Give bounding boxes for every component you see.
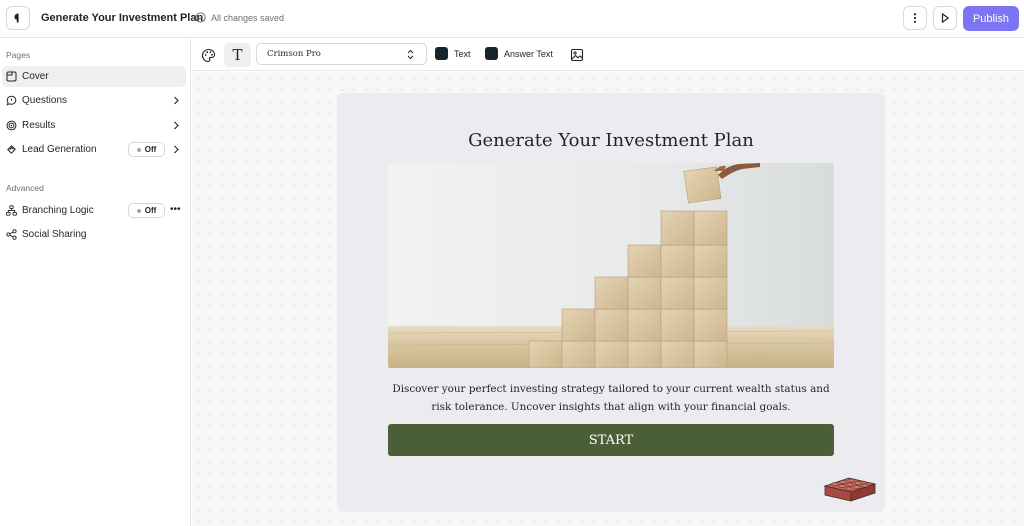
type-icon: T <box>232 46 243 64</box>
more-horizontal-icon[interactable]: ••• <box>170 204 181 215</box>
typography-button[interactable]: T <box>224 43 251 67</box>
branch-icon <box>6 205 17 216</box>
font-select[interactable]: Crimson Pro <box>256 43 427 65</box>
image-icon <box>570 48 584 62</box>
check-circle-icon <box>195 12 206 23</box>
more-options-button[interactable] <box>903 6 927 30</box>
sidebar-item-label: Questions <box>22 95 68 106</box>
toggle-dot <box>136 147 141 152</box>
answer-text-color-label: Answer Text <box>504 49 553 59</box>
sidebar-item-cover[interactable]: Cover <box>2 66 186 87</box>
quiz-title[interactable]: Generate Your Investment Plan <box>41 12 203 24</box>
sidebar-item-branching-logic[interactable]: Branching Logic Off ••• <box>2 200 186 221</box>
top-bar: Generate Your Investment Plan All change… <box>0 0 1024 38</box>
share-icon <box>6 229 17 240</box>
chevron-right-icon <box>174 121 179 130</box>
play-icon <box>941 13 949 23</box>
sidebar-item-results[interactable]: Results <box>2 115 186 136</box>
pages-section-label: Pages <box>6 50 31 60</box>
lead-generation-toggle[interactable]: Off <box>128 142 165 157</box>
editor-canvas: Generate Your Investment Plan Discover y… <box>192 72 1024 526</box>
save-status-text: All changes saved <box>211 12 285 23</box>
background-image-button[interactable] <box>568 46 586 64</box>
branching-logic-toggle[interactable]: Off <box>128 203 165 218</box>
preview-button[interactable] <box>933 6 957 30</box>
message-icon <box>6 95 17 106</box>
logo-icon <box>14 13 19 23</box>
toggle-dot <box>136 208 141 213</box>
app-logo-button[interactable] <box>6 6 30 30</box>
sidebar-item-label: Lead Generation <box>22 144 97 155</box>
sidebar-item-questions[interactable]: Questions <box>2 90 186 111</box>
start-button[interactable]: START <box>388 424 834 456</box>
cover-image[interactable] <box>388 163 834 368</box>
sidebar-item-label: Cover <box>22 71 49 82</box>
chevron-right-icon <box>174 96 179 105</box>
results-icon <box>6 120 17 131</box>
font-select-value: Crimson Pro <box>267 49 321 59</box>
cover-title[interactable]: Generate Your Investment Plan <box>337 130 885 151</box>
chevron-right-icon <box>174 145 179 154</box>
cover-icon <box>6 71 17 82</box>
publish-button[interactable]: Publish <box>963 6 1019 31</box>
wooden-blocks-illustration <box>388 163 834 368</box>
save-status: All changes saved <box>195 12 284 23</box>
toggle-state: Off <box>144 145 157 154</box>
palette-icon <box>201 48 215 62</box>
more-vertical-icon <box>913 13 917 23</box>
sidebar-item-social-sharing[interactable]: Social Sharing <box>2 224 186 245</box>
advanced-section-label: Advanced <box>6 183 44 193</box>
theme-button[interactable] <box>199 46 217 64</box>
cover-description[interactable]: Discover your perfect investing strategy… <box>388 380 834 416</box>
sidebar-item-label: Social Sharing <box>22 229 87 240</box>
magnet-icon <box>7 145 16 154</box>
text-color-swatch[interactable] <box>435 47 448 60</box>
cover-card[interactable]: Generate Your Investment Plan Discover y… <box>337 93 885 511</box>
answer-text-color-swatch[interactable] <box>485 47 498 60</box>
sidebar-item-label: Branching Logic <box>22 205 94 216</box>
sidebar: Pages Cover Questions Results Lead Gener… <box>0 39 191 526</box>
sidebar-item-lead-generation[interactable]: Lead Generation Off <box>2 139 186 160</box>
text-color-label: Text <box>454 49 471 59</box>
toggle-state: Off <box>144 206 157 215</box>
sidebar-item-label: Results <box>22 120 56 131</box>
brick-icon <box>823 477 877 502</box>
design-toolbar: T Crimson Pro Text Answer Text <box>192 39 1024 71</box>
chevron-up-down-icon <box>407 49 414 60</box>
